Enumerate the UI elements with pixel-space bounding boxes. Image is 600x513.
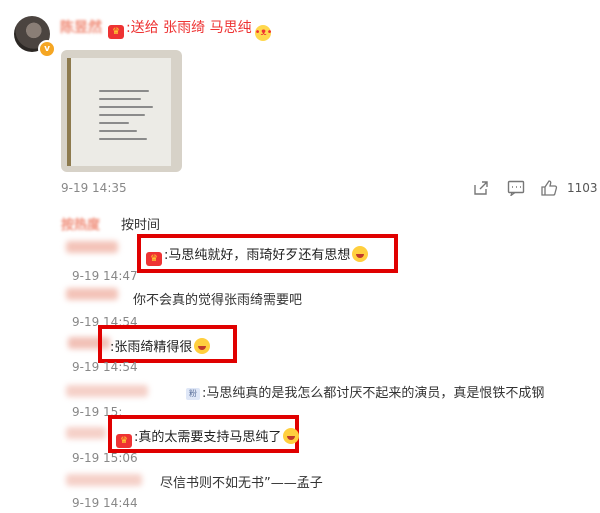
crown-badge-icon: ♛ [116, 434, 132, 448]
comment-time: 9-19 14:47 [72, 269, 138, 283]
comment-body: :马思纯就好，雨琦好歹还有思想 [164, 248, 351, 263]
comment-time: 9-19 14:44 [72, 496, 138, 510]
post-time: 9-19 14:35 [61, 181, 127, 195]
text-line [99, 114, 145, 116]
comment-time: 9-19 15:06 [72, 451, 138, 465]
comment-icon[interactable] [507, 180, 525, 198]
blurred-username [66, 288, 118, 300]
book-page [71, 58, 171, 166]
fan-tag-icon: 粉 [186, 388, 200, 400]
text-line [99, 130, 137, 132]
tab-sort-time[interactable]: 按时间 [121, 214, 160, 233]
like-count: 1103 [567, 181, 598, 195]
text-line [99, 138, 147, 140]
tab-sort-hot[interactable]: 按热度 [61, 214, 100, 233]
laugh-emoji-icon [352, 246, 369, 262]
comment-body: 你不会真的觉得张雨绮需要吧 [133, 293, 303, 308]
share-icon[interactable] [472, 180, 490, 196]
verified-badge-icon: v [38, 40, 56, 58]
laugh-emoji-icon [194, 338, 211, 354]
blurred-username [66, 474, 142, 486]
text-line [99, 106, 153, 108]
dog-emoji-icon: •ᴥ• [254, 25, 273, 41]
post-photo[interactable] [61, 50, 182, 172]
comment-text: :张雨绮精得很 [110, 336, 211, 355]
comment-text: ♛:真的太需要支持马思纯了 [116, 426, 300, 448]
comment-body: :张雨绮精得很 [110, 340, 193, 355]
comment-body: :真的太需要支持马思纯了 [134, 430, 282, 445]
blurred-username [66, 241, 118, 253]
comment-text: ♛:马思纯就好，雨琦好歹还有思想 [146, 244, 369, 266]
like-icon[interactable] [540, 180, 558, 196]
post-mentions[interactable]: 张雨绮 马思纯 [163, 20, 251, 36]
comment-text: 粉:马思纯真的是我怎么都讨厌不起来的演员，真是恨铁不成钢 [186, 382, 544, 401]
blurred-username [66, 427, 106, 439]
post-text-prefix: :送给 [126, 20, 159, 36]
post-username[interactable]: 陈昱然 [60, 17, 102, 37]
comment-body: 尽信书则不如无书”——孟子 [160, 476, 323, 491]
text-line [99, 98, 141, 100]
crown-badge-icon: ♛ [146, 252, 162, 266]
text-line [99, 90, 149, 92]
laugh-emoji-icon [283, 428, 300, 444]
post-text: ♛:送给 张雨绮 马思纯 •ᴥ• [108, 17, 273, 41]
comment-time: 9-19 14:54 [72, 360, 138, 374]
comment-body: :马思纯真的是我怎么都讨厌不起来的演员，真是恨铁不成钢 [202, 386, 545, 401]
blurred-username [66, 385, 148, 397]
text-line [99, 122, 129, 124]
crown-badge-icon: ♛ [108, 25, 124, 39]
